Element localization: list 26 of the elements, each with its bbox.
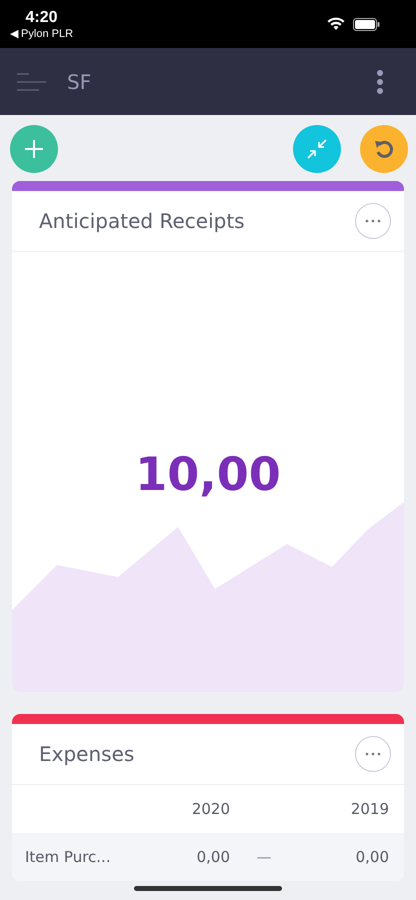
ellipsis-icon	[365, 752, 381, 756]
trend-indicator: —	[256, 848, 272, 866]
menu-icon[interactable]	[17, 72, 47, 90]
status-time: 4:20	[26, 8, 58, 26]
add-button[interactable]	[10, 125, 58, 173]
refresh-button[interactable]	[360, 125, 408, 173]
kpi-value: 10,00	[135, 447, 281, 501]
column-header: 2019	[350, 800, 390, 818]
card-title: Expenses	[39, 742, 134, 766]
card-title: Anticipated Receipts	[39, 209, 245, 233]
table-cell-text: 0,00	[354, 848, 390, 866]
table-cell-text: 0,00	[196, 848, 231, 866]
wifi-icon	[327, 17, 345, 31]
more-options-button[interactable]	[355, 203, 391, 239]
ellipsis-icon	[365, 219, 381, 223]
row-label: Item Purc...	[24, 848, 112, 866]
more-options-button[interactable]	[355, 736, 391, 772]
collapse-icon	[307, 139, 327, 159]
plus-icon	[24, 139, 44, 159]
battery-icon	[353, 18, 380, 30]
undo-icon	[373, 138, 395, 160]
page-title: SF	[67, 70, 92, 94]
more-options-icon[interactable]	[376, 70, 384, 94]
back-to-app-link[interactable]: ◀ Pylon PLR	[10, 26, 74, 40]
column-header: 2020	[190, 800, 231, 818]
collapse-button[interactable]	[293, 125, 341, 173]
